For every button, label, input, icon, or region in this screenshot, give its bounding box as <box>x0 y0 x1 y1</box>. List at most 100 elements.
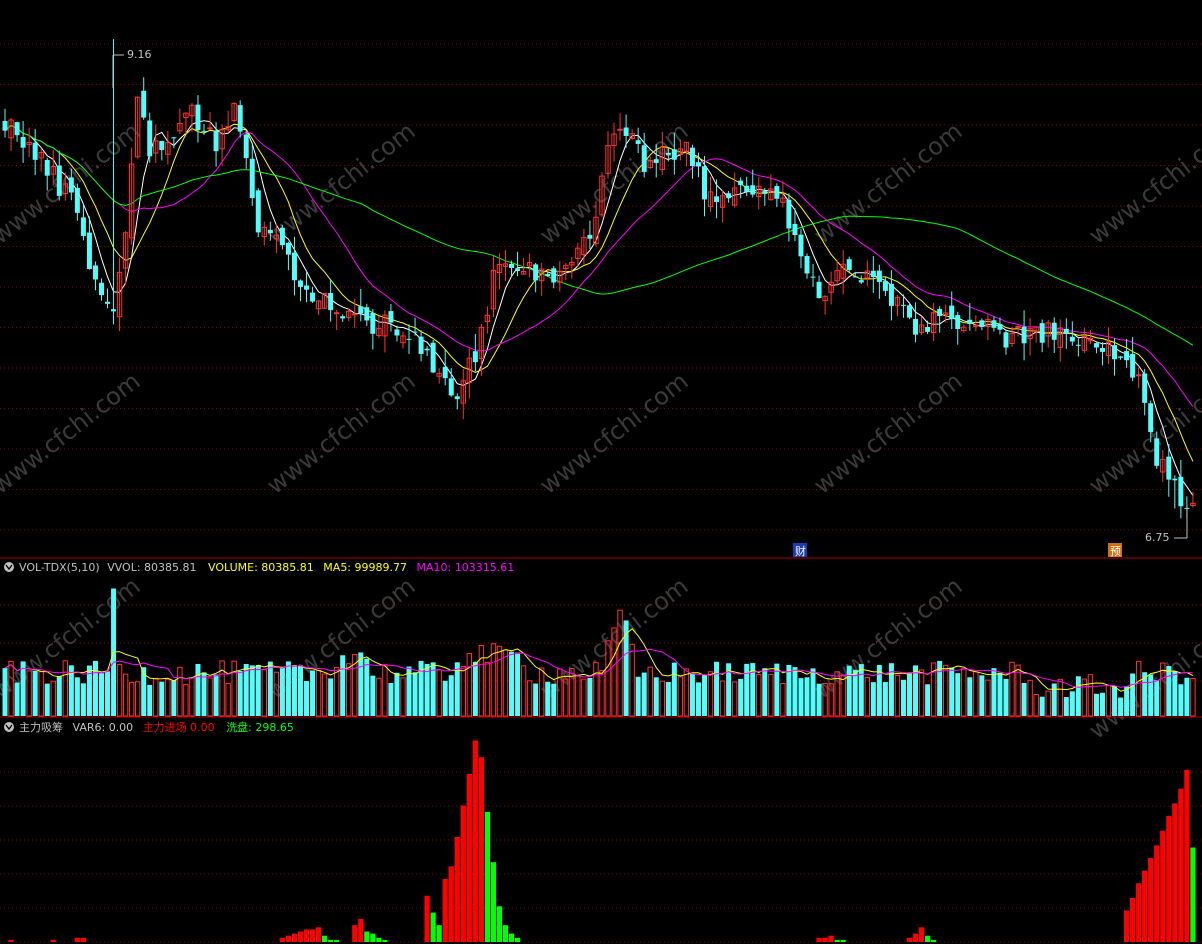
volume-bar[interactable] <box>1099 692 1105 716</box>
candle-body[interactable] <box>876 270 882 282</box>
volume-bar[interactable] <box>907 672 913 716</box>
candle-body[interactable] <box>74 188 80 213</box>
candle-body[interactable] <box>1093 343 1099 348</box>
candle-body[interactable] <box>1069 336 1075 342</box>
zhuli-bar[interactable] <box>8 939 14 942</box>
candle-body[interactable] <box>888 283 894 306</box>
volume-bar[interactable] <box>472 661 478 716</box>
xipan-bar[interactable] <box>334 939 340 942</box>
volume-bar[interactable] <box>1051 683 1057 716</box>
candle-body[interactable] <box>689 147 695 166</box>
candle-body[interactable] <box>394 329 400 336</box>
zhuli-bar[interactable] <box>448 866 454 942</box>
volume-bar[interactable] <box>237 670 243 716</box>
candle-body[interactable] <box>1003 332 1009 348</box>
event-marker-yu[interactable]: 预 <box>1108 543 1122 558</box>
candle-body[interactable] <box>1021 326 1027 344</box>
candle-body[interactable] <box>774 186 780 199</box>
volume-bar[interactable] <box>689 673 695 716</box>
xipan-bar[interactable] <box>508 933 515 942</box>
candle-body[interactable] <box>412 331 418 333</box>
candle-body[interactable] <box>159 140 165 150</box>
xipan-bar[interactable] <box>1190 847 1196 943</box>
candle-body[interactable] <box>852 276 858 278</box>
zhuli-bar[interactable] <box>80 937 87 942</box>
candle-body[interactable] <box>171 137 177 139</box>
candle-body[interactable] <box>1166 456 1172 480</box>
volume-bar[interactable] <box>195 663 201 716</box>
zhuli-bar[interactable] <box>1136 883 1142 942</box>
volume-bar[interactable] <box>979 675 985 716</box>
volume-bar[interactable] <box>762 668 768 716</box>
candle-body[interactable] <box>714 196 720 202</box>
zhuli-bar[interactable] <box>1123 910 1130 943</box>
volume-bar[interactable] <box>587 677 593 716</box>
volume-bar[interactable] <box>533 683 539 716</box>
candle-body[interactable] <box>279 227 285 246</box>
volume-bar[interactable] <box>816 683 822 716</box>
candle-body[interactable] <box>804 255 810 274</box>
zhuli-bar[interactable] <box>454 837 460 942</box>
candle-body[interactable] <box>937 309 943 316</box>
zhuli-bar[interactable] <box>424 895 430 942</box>
zhuli-bar[interactable] <box>1130 897 1136 942</box>
volume-bar[interactable] <box>370 675 376 716</box>
zhuli-bar[interactable] <box>74 937 80 942</box>
candle-body[interactable] <box>955 315 961 329</box>
volume-bar[interactable] <box>858 664 864 716</box>
candle-body[interactable] <box>454 396 460 400</box>
candle-body[interactable] <box>792 223 798 236</box>
candle-body[interactable] <box>424 348 430 351</box>
candle-body[interactable] <box>328 292 334 311</box>
candle-body[interactable] <box>358 306 364 314</box>
candle-body[interactable] <box>545 273 551 277</box>
candle-body[interactable] <box>515 268 521 271</box>
candle-body[interactable] <box>870 270 876 278</box>
candle-body[interactable] <box>997 324 1003 330</box>
zhuli-bar[interactable] <box>822 937 828 942</box>
candle-body[interactable] <box>98 282 104 296</box>
candle-body[interactable] <box>249 158 255 199</box>
zhuli-bar[interactable] <box>1154 845 1160 942</box>
candle-body[interactable] <box>1148 403 1154 433</box>
candle-body[interactable] <box>442 366 448 379</box>
candle-body[interactable] <box>1039 323 1045 343</box>
zhuli-bar[interactable] <box>50 939 56 942</box>
candle-body[interactable] <box>304 285 310 290</box>
candle-body[interactable] <box>20 137 26 148</box>
zhuli-bar[interactable] <box>918 927 925 942</box>
volume-bar[interactable] <box>310 670 316 716</box>
xipan-bar[interactable] <box>376 937 382 942</box>
candle-body[interactable] <box>695 162 701 167</box>
volume-bar[interactable] <box>394 672 400 716</box>
zhuli-bar[interactable] <box>460 805 466 943</box>
candle-body[interactable] <box>1172 478 1178 481</box>
volume-bar[interactable] <box>147 684 153 716</box>
volume-bar[interactable] <box>98 673 104 716</box>
candle-body[interactable] <box>56 165 62 196</box>
candle-body[interactable] <box>810 276 816 278</box>
candle-body[interactable] <box>310 292 316 302</box>
candle-body[interactable] <box>907 305 913 318</box>
volume-bar[interactable] <box>744 663 750 716</box>
candle-body[interactable] <box>533 264 539 281</box>
volume-bar[interactable] <box>92 660 98 716</box>
volume-bar[interactable] <box>105 671 111 716</box>
candle-body[interactable] <box>786 199 792 229</box>
candle-body[interactable] <box>1154 438 1160 466</box>
xipan-bar[interactable] <box>925 935 931 942</box>
volume-bar[interactable] <box>701 675 707 716</box>
volume-bar[interactable] <box>32 670 38 716</box>
volume-bar[interactable] <box>509 651 515 716</box>
xipan-bar[interactable] <box>484 811 491 942</box>
volume-bar[interactable] <box>804 677 810 716</box>
zhuli-bar[interactable] <box>1178 788 1184 942</box>
volume-bar[interactable] <box>1021 682 1027 716</box>
candle-body[interactable] <box>635 140 641 144</box>
candle-body[interactable] <box>340 316 346 319</box>
zhuli-bar[interactable] <box>912 933 919 942</box>
volume-bar[interactable] <box>967 677 973 716</box>
candle-body[interactable] <box>762 191 768 194</box>
xipan-bar[interactable] <box>382 939 388 942</box>
volume-bar[interactable] <box>738 678 744 716</box>
